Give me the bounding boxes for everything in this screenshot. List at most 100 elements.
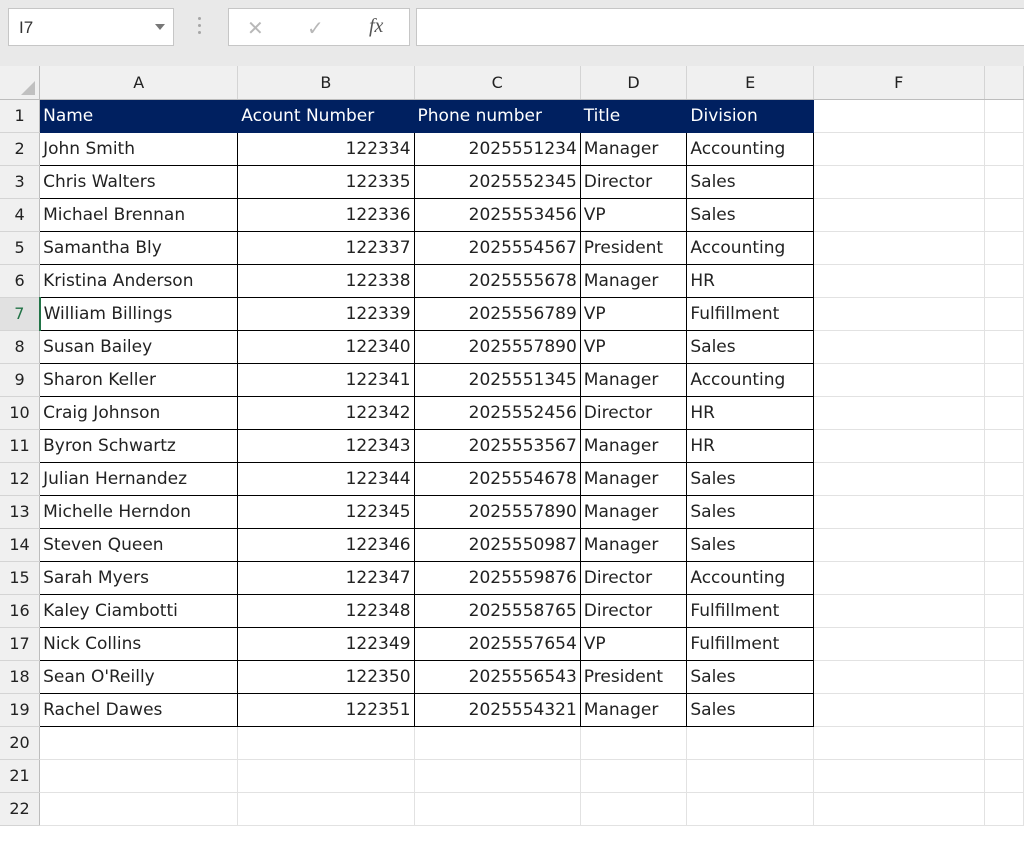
cell[interactable]: [984, 561, 1024, 595]
cell[interactable]: [686, 759, 814, 793]
cell[interactable]: Accounting: [686, 362, 814, 397]
cell[interactable]: 122335: [237, 164, 415, 199]
cell[interactable]: [39, 759, 239, 793]
cancel-icon[interactable]: ✕: [247, 16, 264, 41]
cell[interactable]: Sales: [686, 329, 814, 364]
cell[interactable]: [813, 660, 985, 694]
cell[interactable]: [414, 792, 581, 826]
cell[interactable]: Kaley Ciambotti: [39, 593, 239, 628]
row-header[interactable]: 3: [0, 165, 41, 199]
cell[interactable]: Chris Walters: [39, 164, 239, 199]
cell[interactable]: [813, 330, 985, 364]
cell[interactable]: VP: [579, 626, 688, 661]
column-header[interactable]: B: [237, 66, 415, 100]
cell[interactable]: Director: [579, 560, 688, 595]
cell[interactable]: [984, 264, 1024, 298]
cell[interactable]: Rachel Dawes: [39, 692, 239, 727]
cell[interactable]: 2025556543: [413, 659, 581, 694]
row-header[interactable]: 2: [0, 132, 41, 166]
cell[interactable]: 122350: [237, 659, 415, 694]
cell[interactable]: 2025552345: [413, 164, 581, 199]
cell[interactable]: [984, 693, 1024, 727]
cell[interactable]: 122347: [237, 560, 415, 595]
cell[interactable]: [686, 726, 814, 760]
cell[interactable]: [984, 660, 1024, 694]
row-header[interactable]: 21: [0, 759, 41, 793]
row-header[interactable]: 1: [0, 99, 41, 133]
cell[interactable]: [813, 231, 985, 265]
header-cell[interactable]: Acount Number: [237, 98, 415, 133]
cell[interactable]: Fulfillment: [686, 296, 814, 331]
cell[interactable]: [984, 231, 1024, 265]
cell[interactable]: 2025550987: [413, 527, 581, 562]
row-header[interactable]: 19: [0, 693, 41, 727]
cell[interactable]: 2025555678: [413, 263, 581, 298]
cell[interactable]: [984, 792, 1024, 826]
cell[interactable]: [984, 330, 1024, 364]
cell[interactable]: [984, 363, 1024, 397]
row-header[interactable]: 22: [0, 792, 41, 826]
cell[interactable]: Michelle Herndon: [39, 494, 239, 529]
cell[interactable]: Sean O'Reilly: [39, 659, 239, 694]
cell[interactable]: Samantha Bly: [39, 230, 239, 265]
cell[interactable]: 122340: [237, 329, 415, 364]
column-header[interactable]: E: [686, 66, 814, 100]
row-header[interactable]: 14: [0, 528, 41, 562]
cell[interactable]: 2025559876: [413, 560, 581, 595]
cell[interactable]: 122339: [237, 296, 415, 331]
cell[interactable]: HR: [686, 395, 814, 430]
cell[interactable]: [414, 726, 581, 760]
row-header[interactable]: 9: [0, 363, 41, 397]
cell[interactable]: [984, 594, 1024, 628]
cell[interactable]: [813, 396, 985, 430]
cell[interactable]: President: [579, 659, 688, 694]
cell[interactable]: [813, 528, 985, 562]
cell[interactable]: Sales: [686, 494, 814, 529]
column-header[interactable]: A: [39, 66, 239, 100]
column-header-g[interactable]: [984, 66, 1024, 100]
cell[interactable]: Director: [579, 593, 688, 628]
cell[interactable]: Julian Hernandez: [39, 461, 239, 496]
enter-icon[interactable]: ✓: [307, 16, 324, 41]
cell[interactable]: Fulfillment: [686, 593, 814, 628]
cell[interactable]: 122348: [237, 593, 415, 628]
header-cell[interactable]: Phone number: [413, 98, 581, 133]
cell[interactable]: [237, 726, 415, 760]
cell[interactable]: Manager: [579, 692, 688, 727]
cell[interactable]: 2025551234: [413, 131, 581, 166]
cell[interactable]: 2025557654: [413, 626, 581, 661]
row-header[interactable]: 10: [0, 396, 41, 430]
cell[interactable]: Kristina Anderson: [39, 263, 239, 298]
cell[interactable]: HR: [686, 263, 814, 298]
cell[interactable]: Accounting: [686, 560, 814, 595]
cell[interactable]: [414, 759, 581, 793]
cell[interactable]: 122336: [237, 197, 415, 232]
cell[interactable]: [813, 462, 985, 496]
cell[interactable]: Director: [579, 395, 688, 430]
cell[interactable]: Craig Johnson: [39, 395, 239, 430]
cell[interactable]: [813, 132, 985, 166]
row-header[interactable]: 4: [0, 198, 41, 232]
cell[interactable]: [237, 792, 415, 826]
cell[interactable]: Sharon Keller: [39, 362, 239, 397]
cell[interactable]: Sales: [686, 527, 814, 562]
cell[interactable]: 2025556789: [413, 296, 581, 331]
cell[interactable]: [984, 759, 1024, 793]
cell[interactable]: 2025554321: [413, 692, 581, 727]
column-header[interactable]: D: [580, 66, 688, 100]
cell[interactable]: [580, 759, 688, 793]
cell[interactable]: Sales: [686, 461, 814, 496]
cell[interactable]: 122337: [237, 230, 415, 265]
row-header[interactable]: 18: [0, 660, 41, 694]
cell[interactable]: [984, 429, 1024, 463]
cell[interactable]: [813, 165, 985, 199]
cell[interactable]: 122345: [237, 494, 415, 529]
cell[interactable]: Manager: [579, 263, 688, 298]
cell[interactable]: 122351: [237, 692, 415, 727]
cell[interactable]: [984, 627, 1024, 661]
formula-input[interactable]: [416, 8, 1024, 46]
cell[interactable]: [984, 396, 1024, 430]
select-all-corner[interactable]: [0, 66, 41, 100]
cell[interactable]: Director: [579, 164, 688, 199]
cell[interactable]: [39, 792, 239, 826]
